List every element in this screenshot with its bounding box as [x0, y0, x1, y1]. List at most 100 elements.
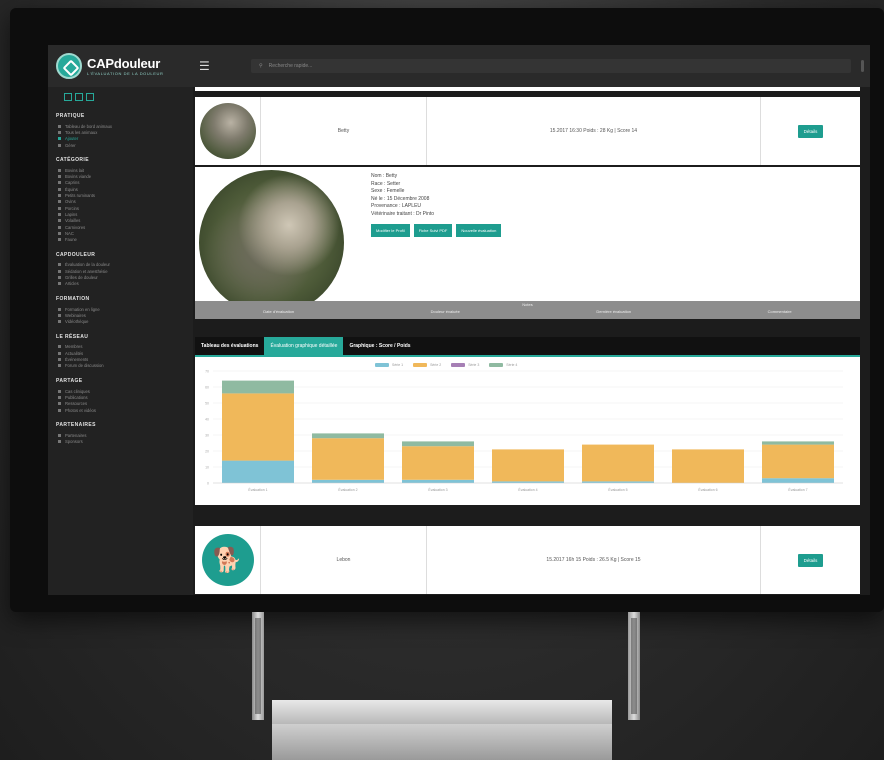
- bar-segment: [312, 479, 384, 483]
- sidebar-item-label: Publications: [65, 394, 88, 400]
- sidebar-item-label: Tous les animaux: [65, 129, 98, 135]
- sidebar-item[interactable]: Forum de discussion: [58, 363, 193, 369]
- info-sex: Sexe : Femelle: [371, 188, 405, 195]
- bullet-icon: [58, 408, 61, 412]
- y-tick-label: 60: [205, 386, 209, 390]
- bar-segment: [312, 438, 384, 480]
- sidebar-item-label: Ressources: [65, 401, 88, 407]
- sidebar-section: LE RÉSEAU Membres Actualités Événements Foru…: [56, 334, 193, 369]
- sidebar-item-label: Évaluation de la douleur: [65, 262, 110, 268]
- sidebar-item[interactable]: Faune: [58, 236, 193, 242]
- bar-segment: [402, 446, 474, 480]
- sidebar: PRATIQUE Tableau de bord animaux Tous les …: [48, 87, 193, 595]
- sidebar-item[interactable]: Sponsors: [58, 439, 193, 445]
- sidebar-item-label: Événements: [65, 357, 89, 363]
- notes-bar: Notes Date d'évaluation Douleur évaluée …: [195, 301, 860, 319]
- bullet-icon: [58, 137, 61, 141]
- bar-segment: [222, 460, 294, 483]
- sidebar-item[interactable]: Photos et vidéos: [58, 407, 193, 413]
- sidebar-item-label: Photos et vidéos: [65, 407, 96, 413]
- bullet-icon: [58, 175, 61, 179]
- bullet-icon: [58, 345, 61, 349]
- x-tick-label: Évaluation 6: [698, 487, 717, 492]
- bullet-icon: [58, 358, 61, 362]
- brand-tagline: L'ÉVALUATION DE LA DOULEUR: [87, 70, 164, 76]
- sidebar-section-title: FORMATION: [56, 295, 90, 302]
- sidebar-item[interactable]: Vidéothèque: [58, 319, 193, 325]
- search-placeholder: Recherche rapide...: [268, 63, 313, 69]
- sidebar-section: FORMATION Formation en ligne Webinaires Vid…: [56, 296, 193, 325]
- search-input[interactable]: ⚲ Recherche rapide...: [251, 59, 851, 73]
- bar-segment: [582, 444, 654, 482]
- tab-evaluations-table[interactable]: Tableau des évaluations: [195, 337, 264, 355]
- hamburger-icon[interactable]: ☰: [199, 59, 215, 73]
- x-tick-label: Évaluation 3: [428, 487, 447, 492]
- y-tick-label: 50: [205, 402, 209, 406]
- evaluation-summary: 15.2017 16h 15 Poids : 26.5 Kg | Score 1…: [427, 526, 761, 594]
- details-button[interactable]: Détails: [797, 124, 824, 138]
- bar-segment: [762, 444, 834, 479]
- table-row[interactable]: Betty 15.2017 16:30 Poids : 28 Kg | Scor…: [195, 97, 860, 165]
- main-content: Betty 15.2017 16:30 Poids : 28 Kg | Scor…: [193, 87, 870, 595]
- monitor-frame: CAPdouleur L'ÉVALUATION DE LA DOULEUR ☰ …: [10, 8, 884, 612]
- sidebar-section: PRATIQUE Tableau de bord animaux Tous les …: [56, 113, 193, 148]
- bullet-icon: [58, 313, 61, 317]
- y-tick-label: 30: [205, 434, 209, 438]
- edit-profile-button[interactable]: Modifier le Profil: [371, 223, 410, 237]
- bullet-icon: [58, 263, 61, 267]
- stand-leg-left: [252, 612, 264, 720]
- brand-name: CAPdouleur L'ÉVALUATION DE LA DOULEUR: [87, 55, 164, 76]
- search-icon: ⚲: [259, 63, 263, 69]
- more-icon[interactable]: [861, 60, 864, 72]
- chart-panel: Série 1 Série 2 Série 3 Série 4 0 10 20 30 40 50…: [195, 355, 860, 505]
- bullet-icon: [58, 231, 61, 235]
- sidebar-section-title: CAPDOULEUR: [56, 251, 96, 258]
- grid-icon[interactable]: [64, 93, 72, 101]
- info-birthdate: Né le : 15 Décembre 2008: [371, 195, 430, 202]
- sidebar-item-label: Vidéothèque: [65, 319, 89, 325]
- x-tick-label: Évaluation 7: [788, 487, 807, 492]
- sidebar-section-title: CATÉGORIE: [56, 157, 89, 164]
- sidebar-item-label: Membres: [65, 344, 83, 350]
- sidebar-item-label: Volailles: [65, 218, 81, 224]
- sidebar-sections: PRATIQUE Tableau de bord animaux Tous les …: [56, 113, 193, 445]
- pdf-sheet-button[interactable]: Fiche Suivi PDF: [413, 223, 453, 237]
- bullet-icon: [58, 225, 61, 229]
- table-row[interactable]: 🐕 Lebon 15.2017 16h 15 Poids : 26.5 Kg |…: [195, 526, 860, 594]
- bullet-icon: [58, 206, 61, 210]
- bullet-icon: [58, 238, 61, 242]
- list-icon[interactable]: [75, 93, 83, 101]
- sidebar-item-label: Bovins lait: [65, 167, 85, 173]
- bullet-icon: [58, 364, 61, 368]
- bullet-icon: [58, 181, 61, 185]
- sidebar-item-label: Porcins: [65, 205, 79, 211]
- new-evaluation-button[interactable]: Nouvelle évaluation: [456, 223, 502, 237]
- bullet-icon: [58, 168, 61, 172]
- sidebar-section: PARTAGE Cas cliniques Publications Ressourc…: [56, 378, 193, 413]
- animal-name: Betty: [261, 97, 427, 165]
- sidebar-item[interactable]: Articles: [58, 281, 193, 287]
- bullet-icon: [58, 200, 61, 204]
- sidebar-toolbar: [64, 93, 193, 101]
- bullet-icon: [58, 269, 61, 273]
- y-tick-label: 70: [205, 370, 209, 374]
- tab-detailed-graph[interactable]: Évaluation graphique détaillée: [264, 337, 344, 355]
- notes-col-1: Date d'évaluation: [263, 309, 295, 314]
- x-tick-label: Évaluation 5: [608, 487, 627, 492]
- sidebar-item-label: Formation en ligne: [65, 306, 100, 312]
- sidebar-item-label: Caprins: [65, 180, 80, 186]
- notes-col-2: Douleur évaluée: [430, 309, 460, 314]
- bullet-icon: [58, 130, 61, 134]
- bullet-icon: [58, 275, 61, 279]
- sidebar-item-label: Lapins: [65, 211, 78, 217]
- settings-icon[interactable]: [86, 93, 94, 101]
- evaluation-summary: 15.2017 16:30 Poids : 28 Kg | Score 14: [427, 97, 761, 165]
- brand[interactable]: CAPdouleur L'ÉVALUATION DE LA DOULEUR: [48, 53, 193, 79]
- bar-segment: [222, 393, 294, 461]
- bullet-icon: [58, 187, 61, 191]
- tab-score-weight[interactable]: Graphique : Score / Poids: [343, 337, 416, 355]
- sidebar-item[interactable]: Gérer: [58, 142, 193, 148]
- x-tick-label: Évaluation 2: [338, 487, 357, 492]
- details-button[interactable]: Détails: [797, 553, 824, 567]
- sidebar-item-label: Cas cliniques: [65, 388, 90, 394]
